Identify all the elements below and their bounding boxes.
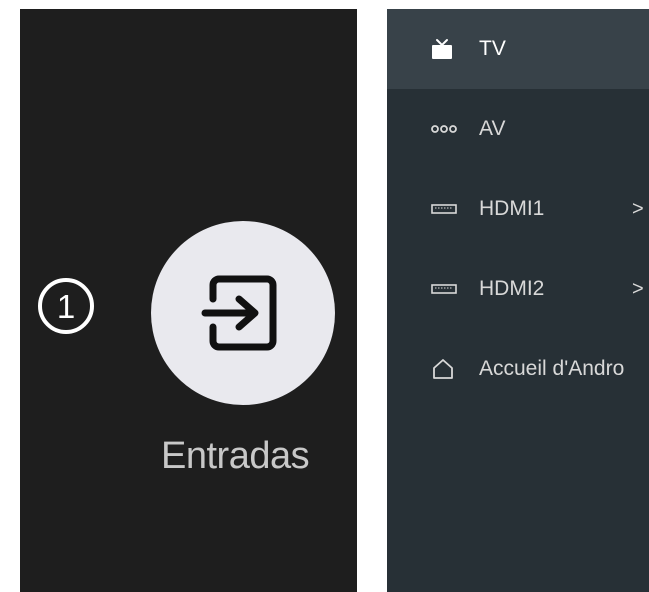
input-source-menu: TV AV HDMI1 > HDMI2 > Accueil d'Andro — [387, 9, 649, 592]
menu-item-label: Accueil d'Andro — [479, 357, 625, 380]
menu-item-label: HDMI1 — [479, 197, 545, 220]
hdmi-icon — [431, 204, 457, 214]
menu-item-label: TV — [479, 37, 506, 60]
inputs-button[interactable] — [151, 221, 335, 405]
menu-item-android-home[interactable]: Accueil d'Andro — [387, 329, 649, 409]
menu-item-tv[interactable]: TV — [387, 9, 649, 89]
menu-item-hdmi1[interactable]: HDMI1 > — [387, 169, 649, 249]
step-number-badge: 1 — [38, 278, 94, 334]
av-icon — [431, 124, 457, 134]
menu-item-av[interactable]: AV — [387, 89, 649, 169]
step-number: 1 — [56, 287, 76, 325]
hdmi-icon — [431, 284, 457, 294]
chevron-right-icon: > — [632, 197, 644, 220]
menu-item-label: HDMI2 — [479, 277, 545, 300]
input-icon — [201, 275, 277, 351]
menu-item-label: AV — [479, 117, 506, 140]
inputs-label: Entradas — [161, 435, 310, 477]
home-icon — [431, 357, 455, 381]
tv-icon — [431, 38, 453, 60]
menu-item-hdmi2[interactable]: HDMI2 > — [387, 249, 649, 329]
chevron-right-icon: > — [632, 277, 644, 300]
inputs-panel: 1 Entradas — [20, 9, 357, 592]
